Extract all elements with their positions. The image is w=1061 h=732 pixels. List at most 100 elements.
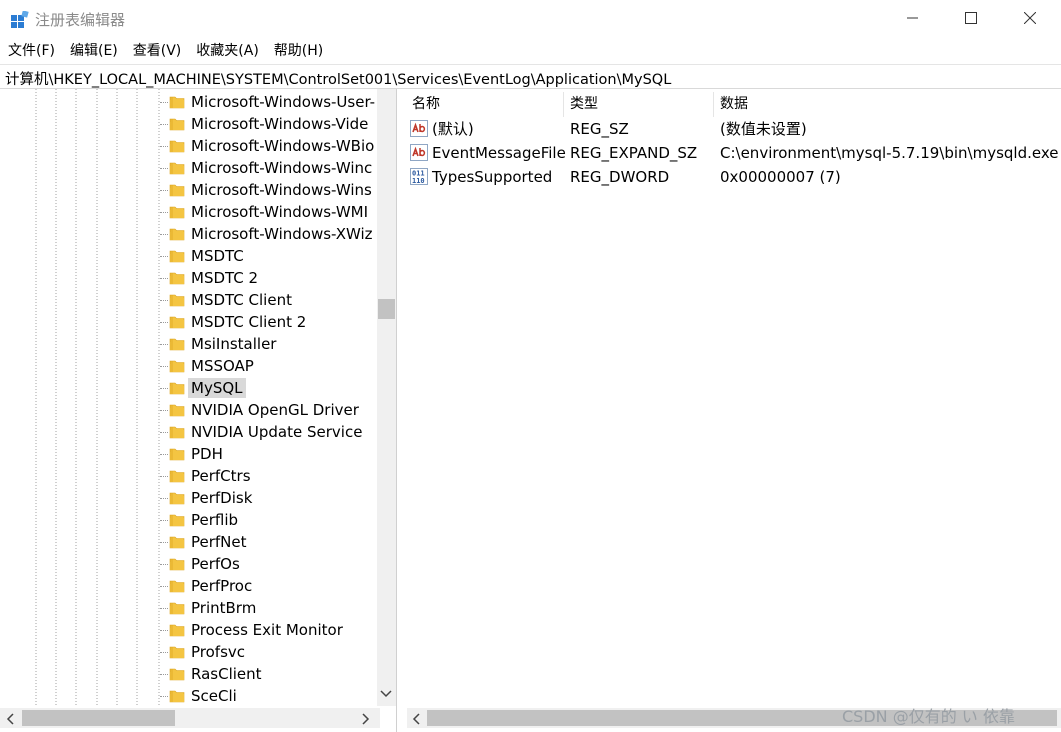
folder-icon <box>169 492 185 505</box>
close-button[interactable] <box>1007 0 1053 36</box>
tree-connector <box>160 124 168 125</box>
tree-item-label: PerfNet <box>191 533 247 551</box>
tree-connector <box>160 608 168 609</box>
tree-item[interactable]: MSDTC 2 <box>160 267 380 289</box>
folder-icon <box>169 558 185 571</box>
tree-item[interactable]: MSDTC Client <box>160 289 380 311</box>
tree-item[interactable]: PerfCtrs <box>160 465 380 487</box>
tree-item[interactable]: PerfDisk <box>160 487 380 509</box>
tree-item[interactable]: Profsvc <box>160 641 380 663</box>
tree-item[interactable]: MSDTC <box>160 245 380 267</box>
tree-item[interactable]: SceCli <box>160 685 380 707</box>
tree-connector <box>160 542 168 543</box>
scroll-down-icon[interactable] <box>380 689 392 699</box>
tree-connector <box>160 586 168 587</box>
minimize-icon <box>907 17 918 19</box>
maximize-icon <box>965 12 977 24</box>
folder-icon <box>169 668 185 681</box>
tree-item[interactable]: MSDTC Client 2 <box>160 311 380 333</box>
folder-icon <box>169 250 185 263</box>
tree-item[interactable]: MSSOAP <box>160 355 380 377</box>
tree-item[interactable]: Microsoft-Windows-Vide <box>160 113 380 135</box>
tree-hscroll-thumb[interactable] <box>22 710 175 726</box>
menu-file[interactable]: 文件(F) <box>0 39 62 63</box>
tree-item-label: PrintBrm <box>191 599 257 617</box>
tree-item[interactable]: Microsoft-Windows-User- <box>160 91 380 113</box>
tree-connector <box>160 344 168 345</box>
tree-item-label: Microsoft-Windows-User- <box>191 93 376 111</box>
column-header-type[interactable]: 类型 <box>570 92 598 117</box>
tree-horizontal-scrollbar[interactable] <box>0 708 380 728</box>
tree-item[interactable]: NVIDIA Update Service <box>160 421 380 443</box>
scroll-left-icon[interactable] <box>5 713 15 725</box>
value-data: (数值未设置) <box>720 120 807 138</box>
tree-item[interactable]: MySQL <box>160 377 380 399</box>
tree-item[interactable]: PerfProc <box>160 575 380 597</box>
tree-item-label: Microsoft-Windows-Vide <box>191 115 369 133</box>
folder-icon <box>169 624 185 637</box>
menu-edit[interactable]: 编辑(E) <box>62 39 125 63</box>
tree-item-label: MSDTC Client 2 <box>191 313 307 331</box>
tree-item[interactable]: PDH <box>160 443 380 465</box>
tree-connector <box>160 190 168 191</box>
tree-connector <box>160 366 168 367</box>
folder-icon <box>169 206 185 219</box>
tree-item[interactable]: PrintBrm <box>160 597 380 619</box>
tree-item[interactable]: Microsoft-Windows-WMI <box>160 201 380 223</box>
folder-icon <box>169 140 185 153</box>
tree-item[interactable]: PerfOs <box>160 553 380 575</box>
tree-item[interactable]: Perflib <box>160 509 380 531</box>
registry-editor-icon <box>11 11 29 28</box>
tree-item[interactable]: NVIDIA OpenGL Driver <box>160 399 380 421</box>
tree-connector <box>160 278 168 279</box>
menu-help[interactable]: 帮助(H) <box>266 39 330 63</box>
tree-item-label: Microsoft-Windows-XWiz <box>191 225 373 243</box>
address-bar[interactable]: 计算机\HKEY_LOCAL_MACHINE\SYSTEM\ControlSet… <box>0 64 1061 89</box>
folder-icon <box>169 228 185 241</box>
value-name: TypesSupported <box>432 168 553 186</box>
menu-bar: 文件(F) 编辑(E) 查看(V) 收藏夹(A) 帮助(H) <box>0 38 1061 64</box>
tree-item[interactable]: MsiInstaller <box>160 333 380 355</box>
tree-item[interactable]: Microsoft-Windows-Winc <box>160 157 380 179</box>
watermark: CSDN @仅有的 い 依靠 <box>842 707 1015 726</box>
maximize-button[interactable] <box>948 0 994 36</box>
folder-icon <box>169 272 185 285</box>
column-separator[interactable] <box>713 92 714 117</box>
value-data: 0x00000007 (7) <box>720 168 841 186</box>
address-path[interactable]: 计算机\HKEY_LOCAL_MACHINE\SYSTEM\ControlSet… <box>5 68 671 89</box>
tree-guide-lines <box>35 89 160 706</box>
folder-icon <box>169 690 185 703</box>
values-pane[interactable]: 名称 类型 数据 (默认) REG_SZ (数值未设置) EventMessageFi… <box>403 89 1061 732</box>
column-header-data[interactable]: 数据 <box>720 92 748 117</box>
folder-icon <box>169 448 185 461</box>
tree-connector <box>160 432 168 433</box>
minimize-button[interactable] <box>890 0 936 36</box>
column-separator[interactable] <box>563 92 564 117</box>
scroll-right-icon[interactable] <box>361 713 371 725</box>
tree-item-label: RasClient <box>191 665 262 683</box>
folder-icon <box>169 316 185 329</box>
tree-item-label: PerfCtrs <box>191 467 251 485</box>
tree-scroll-thumb[interactable] <box>378 299 395 319</box>
key-tree-pane[interactable]: Microsoft-Windows-User- Microsoft-Windows… <box>0 89 397 732</box>
tree-item[interactable]: PerfNet <box>160 531 380 553</box>
value-row[interactable]: 011 110 TypesSupported REG_DWORD 0x00000007 … <box>403 165 1061 189</box>
tree-item-label: MSDTC <box>191 247 244 265</box>
tree-item-label: PerfProc <box>191 577 253 595</box>
tree-item[interactable]: RasClient <box>160 663 380 685</box>
tree-item[interactable]: Microsoft-Windows-XWiz <box>160 223 380 245</box>
value-row[interactable]: (默认) REG_SZ (数值未设置) <box>403 117 1061 141</box>
folder-icon <box>169 580 185 593</box>
menu-view[interactable]: 查看(V) <box>125 39 189 63</box>
tree-connector <box>160 652 168 653</box>
value-row[interactable]: EventMessageFile REG_EXPAND_SZ C:\environm… <box>403 141 1061 165</box>
tree-item-label: NVIDIA Update Service <box>191 423 363 441</box>
column-header-name[interactable]: 名称 <box>412 92 440 117</box>
menu-favorites[interactable]: 收藏夹(A) <box>188 39 266 63</box>
scroll-left-icon[interactable] <box>411 713 421 725</box>
tree-item[interactable]: Process Exit Monitor <box>160 619 380 641</box>
tree-item[interactable]: Microsoft-Windows-WBio <box>160 135 380 157</box>
tree-item[interactable]: Microsoft-Windows-Wins <box>160 179 380 201</box>
tree-vertical-scrollbar[interactable] <box>377 89 396 706</box>
tree-connector <box>160 454 168 455</box>
